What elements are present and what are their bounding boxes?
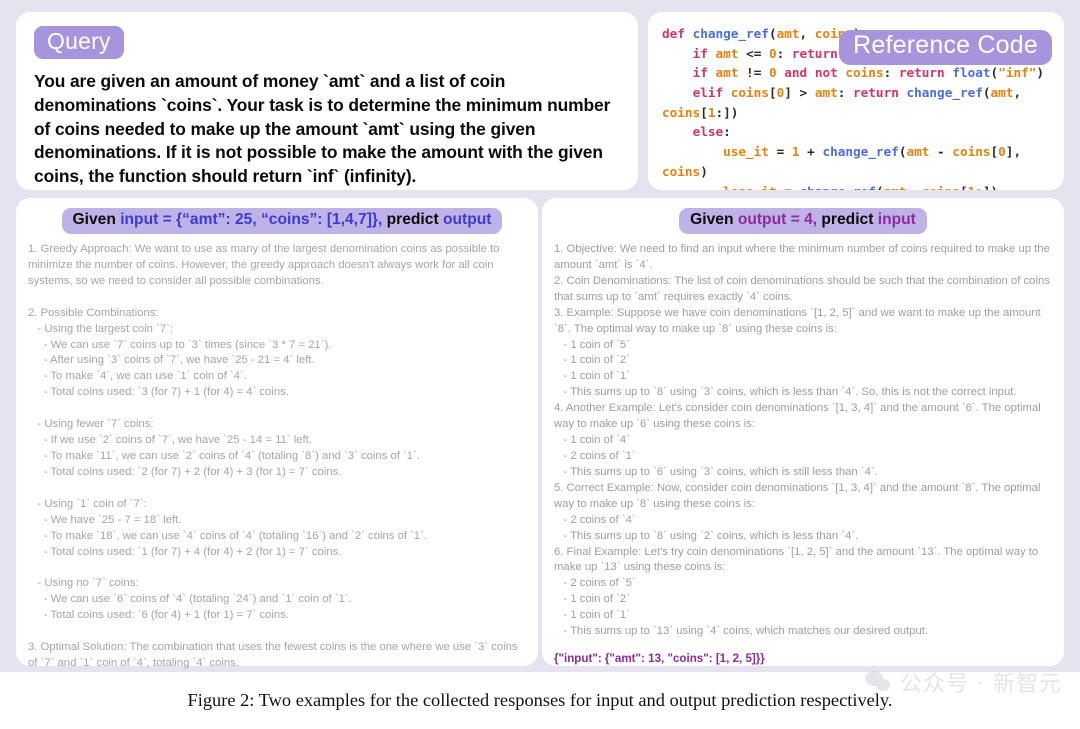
input-prediction-body: 1. Objective: We need to find an input w… — [554, 243, 1050, 638]
caption-area: Figure 2: Two examples for the collected… — [0, 672, 1080, 729]
query-text: You are given an amount of money `amt` a… — [34, 70, 611, 187]
heading-given-value: input = {“amt”: 25, “coins”: [1,4,7]}, — [120, 211, 383, 228]
input-prediction-panel: Given output = 4, predict input 1. Objec… — [542, 198, 1064, 666]
heading-prefix: Given — [690, 211, 738, 228]
input-prediction-answer: {"input": {"amt": 13, "coins": [1, 2, 5]… — [554, 652, 765, 666]
query-panel: Query You are given an amount of money `… — [16, 12, 638, 190]
reference-code-badge: Reference Code — [839, 30, 1052, 65]
heading-prefix: Given — [72, 211, 121, 228]
figure-caption: Figure 2: Two examples for the collected… — [187, 690, 893, 710]
query-badge: Query — [34, 26, 124, 59]
heading-middle: predict — [382, 211, 443, 228]
figure-root: Query You are given an amount of money `… — [0, 0, 1080, 729]
reference-code-badge-wrap: Reference Code — [839, 30, 1052, 65]
heading-target: input — [877, 211, 916, 228]
output-prediction-body: 1. Greedy Approach: We want to use as ma… — [28, 243, 518, 669]
input-prediction-heading-pill: Given output = 4, predict input — [679, 208, 927, 234]
output-prediction-heading-pill: Given input = {“amt”: 25, “coins”: [1,4,… — [61, 208, 503, 234]
output-prediction-heading: Given input = {“amt”: 25, “coins”: [1,4,… — [16, 198, 538, 238]
heading-target: output — [442, 211, 492, 228]
heading-middle: predict — [817, 211, 878, 228]
heading-given-value: output = 4, — [737, 211, 818, 228]
input-prediction-heading: Given output = 4, predict input — [542, 198, 1064, 238]
output-prediction-panel: Given input = {“amt”: 25, “coins”: [1,4,… — [16, 198, 538, 687]
reference-code-panel: def change_ref(amt, coins): if amt <= 0:… — [648, 12, 1064, 190]
